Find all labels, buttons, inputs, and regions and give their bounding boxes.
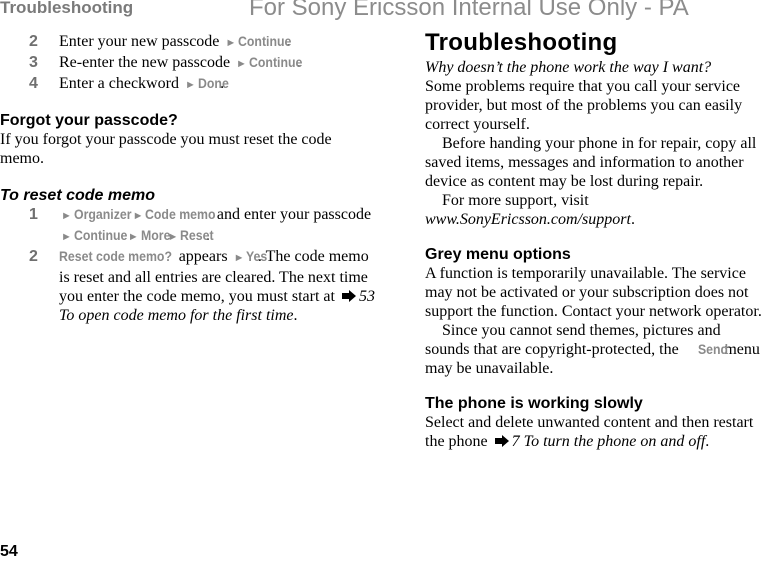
menu-item-done: Done <box>197 75 229 91</box>
forgot-passcode-body: If you forgot your passcode you must res… <box>0 131 332 167</box>
menu-arrow-icon: ► <box>61 210 72 222</box>
punct: . <box>293 307 298 324</box>
step-4: 4 Enter a checkword ► Done. <box>0 74 376 95</box>
step-number: 4 <box>29 75 38 92</box>
grey-menu-body: A function is temporarily unavailable. T… <box>425 265 762 320</box>
step-text: Enter your new passcode <box>59 33 220 50</box>
menu-arrow-icon: ► <box>236 58 247 70</box>
step-text: Re-enter the new passcode <box>59 54 231 71</box>
page-title: Troubleshooting <box>425 29 618 56</box>
heading-forgot-passcode: Forgot your passcode? <box>0 112 178 129</box>
right-column: Troubleshooting Why doesn’t the phone wo… <box>425 28 765 451</box>
menu-arrow-icon: ► <box>184 79 196 91</box>
punct: . <box>705 433 710 450</box>
support-text: For more support, visit <box>442 192 589 209</box>
left-column: 2 Enter your new passcode ► Continue. 3 R… <box>0 32 376 325</box>
menu-item-send: Send <box>697 341 728 357</box>
support-paragraph: For more support, visit www.SonyEricsson… <box>425 191 765 229</box>
step-3: 3 Re-enter the new passcode ► Continue. <box>0 53 376 74</box>
menu-item-reset-code-memo: Reset code memo? <box>59 248 172 264</box>
menu-arrow-icon: ► <box>127 231 139 243</box>
step-number: 2 <box>29 248 38 265</box>
grey-text: Since you cannot send themes, pictures a… <box>425 322 721 358</box>
heading-reset-code-memo: To reset code memo <box>0 187 156 204</box>
watermark: For Sony Ericsson Internal Use Only - PA <box>249 0 689 21</box>
menu-arrow-icon: ► <box>132 210 144 222</box>
reset-step-2: 2 Reset code memo? appears ► Yes. The cod… <box>0 247 376 325</box>
menu-item-reset: Reset <box>180 227 215 243</box>
cross-reference-link[interactable]: 7 To turn the phone on and off <box>512 433 706 450</box>
menu-item-continue: Continue <box>73 227 128 243</box>
page-number: 54 <box>0 543 18 560</box>
arrow-right-icon <box>341 290 356 302</box>
step-number: 2 <box>29 33 38 50</box>
menu-arrow-icon: ► <box>61 231 72 243</box>
step-text: and enter your passcode <box>212 206 372 223</box>
step-number: 3 <box>29 54 38 71</box>
step-2: 2 Enter your new passcode ► Continue. <box>0 32 376 53</box>
running-head: Troubleshooting <box>0 0 134 17</box>
menu-item-continue: Continue <box>238 33 292 49</box>
menu-item-continue: Continue <box>248 54 303 70</box>
reset-step-1: 1 ► Organizer ► Code memo and enter your p… <box>0 205 376 247</box>
heading-phone-working-slowly: The phone is working slowly <box>425 395 643 412</box>
punct: . <box>630 211 635 228</box>
menu-arrow-icon: ► <box>225 37 237 49</box>
step-number: 1 <box>29 206 38 223</box>
repair-paragraph: Before handing your phone in for repair,… <box>425 135 757 190</box>
grey-menu-body-2: Since you cannot send themes, pictures a… <box>425 321 765 378</box>
manual-page: Troubleshooting For Sony Ericsson Intern… <box>0 0 765 562</box>
step-text: Enter a checkword <box>59 75 179 92</box>
slow-body: Select and delete unwanted content and t… <box>425 413 765 451</box>
menu-item-organizer: Organizer <box>73 206 132 222</box>
lead-question: Why doesn’t the phone work the way I wan… <box>425 59 712 76</box>
menu-item-more: More <box>140 227 171 243</box>
heading-grey-menu-options: Grey menu options <box>425 246 571 263</box>
intro-paragraph: Some problems require that you call your… <box>425 78 743 133</box>
menu-item-code-memo: Code memo <box>145 206 216 222</box>
menu-item-yes: Yes <box>246 248 268 264</box>
support-url-link[interactable]: www.SonyEricsson.com/support <box>425 211 631 228</box>
menu-arrow-icon: ► <box>233 252 245 264</box>
arrow-right-icon <box>494 435 509 447</box>
step-text: appears <box>174 248 232 265</box>
